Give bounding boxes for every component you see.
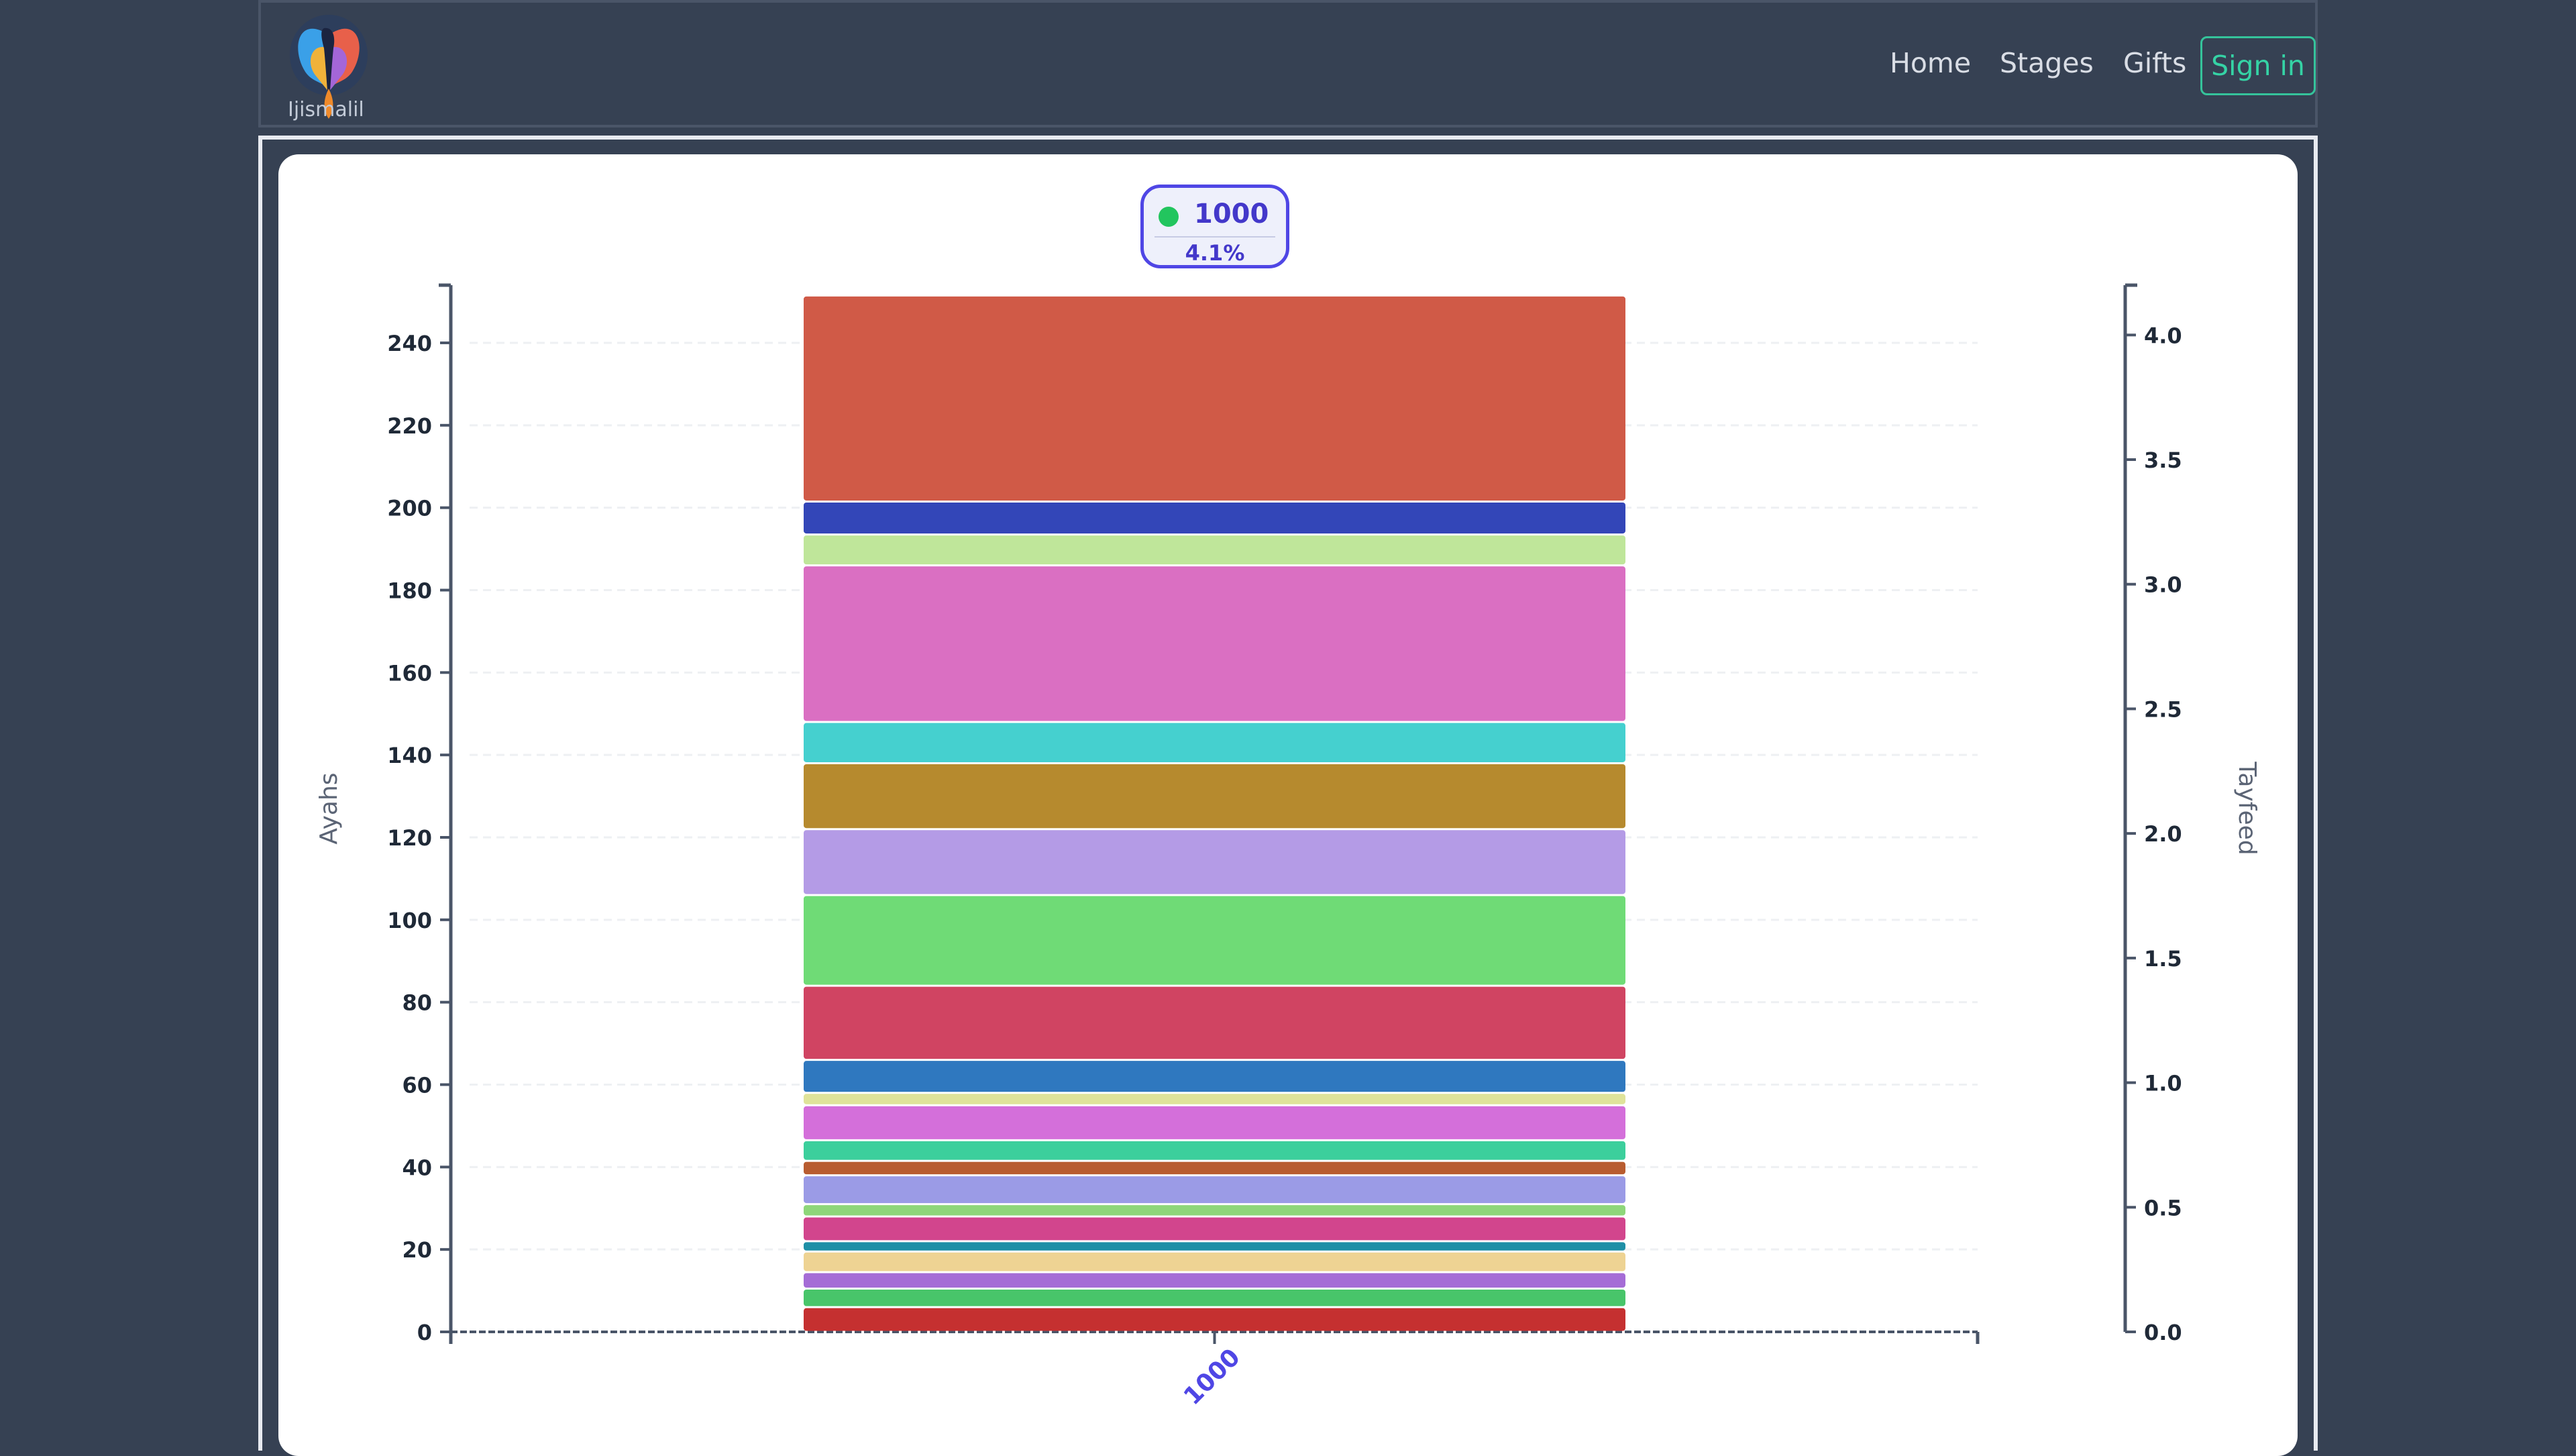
bar-segment <box>804 1161 1625 1175</box>
bar-segment <box>804 1176 1625 1204</box>
bar-segment <box>804 723 1625 762</box>
y-tick-label: 100 <box>387 908 432 933</box>
y2-tick-label: 2.5 <box>2144 696 2182 722</box>
bar-segment <box>804 764 1625 829</box>
y-tick-label: 120 <box>387 825 432 851</box>
y2-tick-label: 0.5 <box>2144 1195 2182 1220</box>
bar-segment <box>804 1290 1625 1306</box>
y2-tick-label: 2.0 <box>2144 821 2182 847</box>
y-tick-label: 180 <box>387 578 432 603</box>
tooltip-dot-icon <box>1159 207 1179 227</box>
bar-segment <box>804 986 1625 1059</box>
bar-segment <box>804 1106 1625 1139</box>
bar-segment <box>804 1273 1625 1288</box>
y-tick-label: 160 <box>387 660 432 686</box>
bar-segment <box>804 566 1625 721</box>
y-tick-label: 80 <box>402 990 432 1016</box>
y2-tick-label: 1.5 <box>2144 946 2182 972</box>
bar-segment <box>804 296 1625 501</box>
tooltip-divider <box>1155 236 1275 238</box>
tooltip-label: 1000 <box>1194 199 1269 229</box>
y2-tick-label: 4.0 <box>2144 323 2182 348</box>
y-tick-label: 240 <box>387 331 432 356</box>
bar-segment <box>804 1217 1625 1241</box>
bar-segment <box>804 1094 1625 1104</box>
y-tick-label: 140 <box>387 743 432 768</box>
bar-segment <box>804 1205 1625 1216</box>
bar-segment <box>804 502 1625 534</box>
y-tick-label: 20 <box>402 1237 432 1263</box>
chart-tooltip: 1000 4.1% <box>1140 185 1289 268</box>
x-tick-label: 1000 <box>1179 1343 1246 1410</box>
y2-tick-label: 1.0 <box>2144 1071 2182 1096</box>
bar-segment <box>804 896 1625 985</box>
y2-tick-label: 3.0 <box>2144 572 2182 598</box>
bar-segment <box>804 830 1625 894</box>
y-tick-label: 0 <box>417 1320 432 1345</box>
y-tick-label: 40 <box>402 1155 432 1180</box>
bar-segment <box>804 1061 1625 1092</box>
bar-segment <box>804 535 1625 565</box>
tooltip-value: 4.1% <box>1185 240 1245 266</box>
bar-segment <box>804 1141 1625 1160</box>
y2-axis-title: Tayfeed <box>2233 761 2261 855</box>
y-tick-label: 200 <box>387 496 432 521</box>
bar-segment <box>804 1252 1625 1271</box>
y2-tick-label: 0.0 <box>2144 1320 2182 1345</box>
bar-segment <box>804 1308 1625 1331</box>
y-tick-label: 220 <box>387 413 432 439</box>
y2-tick-label: 3.5 <box>2144 448 2182 473</box>
y-axis-title: Ayahs <box>315 772 343 844</box>
bar-segment <box>804 1242 1625 1251</box>
y-tick-label: 60 <box>402 1072 432 1098</box>
